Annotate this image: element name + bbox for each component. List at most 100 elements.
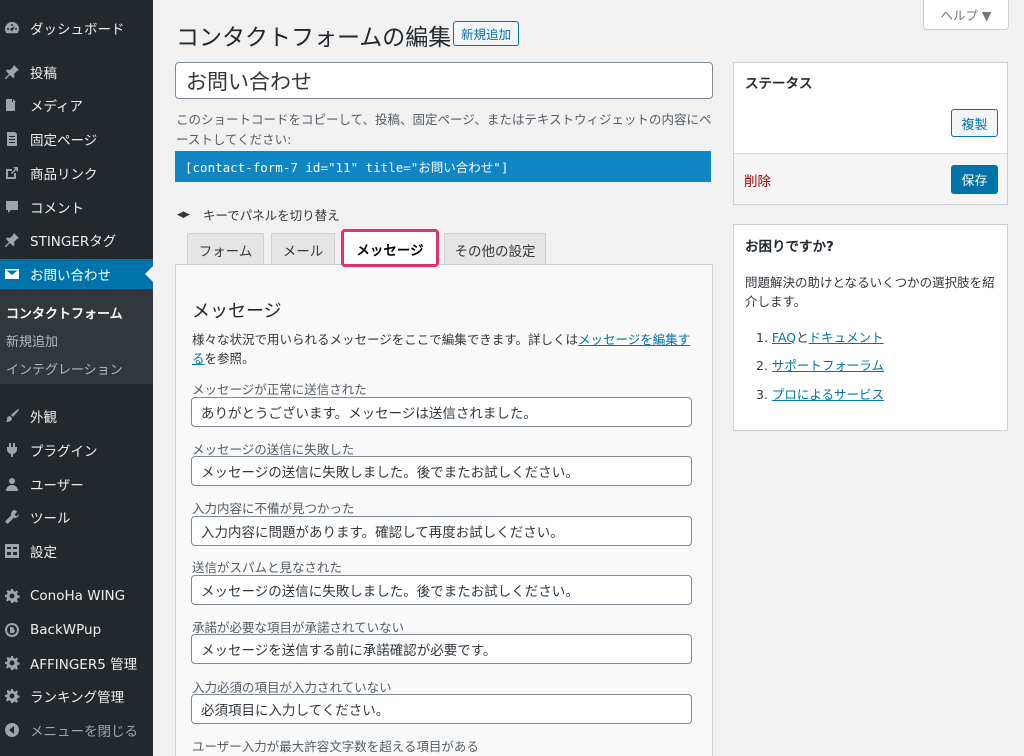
list-number: 3. (756, 387, 768, 402)
sidebar-item-affinger5[interactable]: AFFINGER5 管理 (0, 648, 153, 678)
field-input-spam[interactable]: メッセージの送信に失敗しました。後でまたお試しください。 (191, 575, 692, 605)
tab-additional-settings[interactable]: その他の設定 (444, 233, 546, 265)
sidebar-item-tools[interactable]: ツール (0, 502, 153, 532)
mail-icon (4, 266, 20, 282)
gear-icon (4, 588, 20, 604)
tab-messages[interactable]: メッセージ (341, 229, 439, 267)
panel-desc-text: 様々な状況で用いられるメッセージをここで編集できます。詳しくは (192, 332, 579, 347)
keyboard-hint-text: キーでパネルを切り替え (202, 208, 340, 223)
submenu-item-integration[interactable]: インテグレーション (6, 359, 123, 378)
help-tab-button[interactable]: ヘルプ ▼ (923, 0, 1009, 30)
keyboard-hint: ◀▶ キーでパネルを切り替え (177, 205, 340, 224)
sidebar-item-plugins[interactable]: プラグイン (0, 435, 153, 465)
save-button[interactable]: 保存 (951, 165, 998, 194)
shortcode-description: このショートコードをコピーして、投稿、固定ページ、またはテキストウィジェットの内… (176, 112, 712, 147)
sidebar-item-label: 商品リンク (30, 167, 98, 183)
external-link-icon (4, 165, 20, 181)
sidebar-item-dashboard[interactable]: ダッシュボード (0, 13, 153, 43)
sidebar-item-label: AFFINGER5 管理 (30, 657, 138, 673)
status-box-title: ステータス (745, 76, 813, 92)
sidebar-item-backwpup[interactable]: BackWPup (0, 615, 153, 645)
settings-icon (4, 543, 20, 559)
list-number: 2. (756, 358, 768, 373)
sidebar-item-label: コメント (30, 201, 84, 217)
field-label-mail-sent-ok: メッセージが正常に送信された (192, 382, 367, 397)
gear-icon (4, 688, 20, 704)
pin-icon (4, 64, 20, 80)
sidebar-item-conoha-wing[interactable]: ConoHa WING (0, 581, 153, 611)
media-icon (4, 97, 20, 113)
duplicate-button[interactable]: 複製 (951, 109, 998, 137)
sidebar-item-label: 外観 (30, 410, 57, 426)
form-title-input[interactable]: お問い合わせ (175, 62, 713, 99)
sidebar-item-label: メニューを閉じる (30, 724, 138, 740)
page-icon (4, 131, 20, 147)
sidebar-item-pages[interactable]: 固定ページ (0, 124, 153, 154)
sidebar-item-posts[interactable]: 投稿 (0, 57, 153, 87)
documentation-link[interactable]: ドキュメント (809, 330, 884, 345)
arrow-keys-icon: ◀▶ (177, 209, 190, 220)
sidebar-item-label: ツール (30, 511, 71, 527)
page-title: コンタクトフォームの編集 (176, 25, 452, 51)
collapse-icon (4, 722, 20, 738)
sidebar-item-label: ランキング管理 (30, 690, 125, 706)
tab-mail[interactable]: メール (271, 233, 335, 265)
field-input-validation-error[interactable]: 入力内容に問題があります。確認して再度お試しください。 (191, 516, 692, 546)
sidebar-item-label: プラグイン (30, 444, 98, 460)
sidebar-item-label: ConoHa WING (30, 588, 126, 604)
submenu-item-contact-forms[interactable]: コンタクトフォーム (6, 303, 123, 322)
help-box-description: 問題解決の助けとなるいくつかの選択肢を紹介します。 (745, 275, 995, 309)
sidebar-item-product-links[interactable]: 商品リンク (0, 158, 153, 188)
add-new-button[interactable]: 新規追加 (453, 21, 520, 46)
sidebar-item-label: ダッシュボード (30, 22, 125, 38)
sidebar-item-users[interactable]: ユーザー (0, 469, 153, 499)
panel-heading: メッセージ (192, 301, 282, 322)
field-input-accept-terms[interactable]: メッセージを送信する前に承諾確認が必要です。 (191, 634, 692, 664)
comment-icon (4, 199, 20, 215)
help-list-item-forum: 2. サポートフォーラム (756, 355, 884, 374)
sidebar-item-comments[interactable]: コメント (0, 192, 153, 222)
support-forum-link[interactable]: サポートフォーラム (772, 358, 884, 373)
submenu-item-add-new[interactable]: 新規追加 (6, 331, 58, 350)
wrench-icon (4, 509, 20, 525)
panel-desc-text-after: を参照。 (204, 351, 255, 366)
user-icon (4, 476, 20, 492)
field-label-spam: 送信がスパムと見なされた (192, 560, 343, 575)
shortcode-field[interactable]: [contact-form-7 id="11" title="お問い合わせ"] (175, 151, 711, 182)
plugin-icon (4, 442, 20, 458)
sidebar-item-label: BackWPup (30, 622, 102, 638)
dashboard-icon (4, 20, 20, 36)
brush-icon (4, 408, 20, 424)
field-label-invalid-too-long: ユーザー入力が最大許容文字数を超える項目がある (192, 739, 479, 754)
delete-link[interactable]: 削除 (744, 170, 771, 190)
sidebar-item-label: メディア (30, 99, 84, 115)
panel-description: 様々な状況で用いられるメッセージをここで編集できます。詳しくはメッセージを編集す… (192, 330, 698, 368)
field-input-mail-sent-ng[interactable]: メッセージの送信に失敗しました。後でまたお試しください。 (191, 456, 692, 486)
pin-icon (4, 232, 20, 248)
sidebar-item-settings[interactable]: 設定 (0, 536, 153, 566)
sidebar-item-label: STINGERタグ (30, 234, 117, 250)
tab-form[interactable]: フォーム (187, 233, 264, 265)
sidebar-item-appearance[interactable]: 外観 (0, 401, 153, 431)
admin-sidebar: ダッシュボード 投稿 メディア 固定ページ 商品リンク コメント STINGER… (0, 0, 153, 756)
sidebar-item-media[interactable]: メディア (0, 90, 153, 120)
field-input-invalid-required[interactable]: 必須項目に入力してください。 (191, 694, 692, 724)
sidebar-item-ranking[interactable]: ランキング管理 (0, 681, 153, 711)
sidebar-item-label: 設定 (30, 545, 57, 561)
sidebar-item-label: 固定ページ (30, 133, 98, 149)
gear-icon (4, 655, 20, 671)
sidebar-item-label: 投稿 (30, 66, 57, 82)
sidebar-submenu: コンタクトフォーム 新規追加 インテグレーション (0, 289, 153, 384)
faq-link[interactable]: FAQ (772, 330, 796, 345)
sidebar-item-stinger-tags[interactable]: STINGERタグ (0, 225, 153, 255)
sidebar-collapse-menu[interactable]: メニューを閉じる (0, 715, 153, 745)
list-number: 1. (756, 330, 768, 345)
help-box-title: お困りですか? (745, 239, 834, 255)
sidebar-item-contact[interactable]: お問い合わせ (0, 259, 153, 289)
list-separator: と (796, 330, 809, 345)
field-label-validation-error: 入力内容に不備が見つかった (192, 501, 355, 516)
help-list-item-pro: 3. プロによるサービス (756, 384, 884, 403)
help-list-item-faq: 1. FAQとドキュメント (756, 327, 884, 346)
professional-services-link[interactable]: プロによるサービス (772, 387, 884, 402)
field-input-mail-sent-ok[interactable]: ありがとうございます。メッセージは送信されました。 (191, 397, 692, 427)
